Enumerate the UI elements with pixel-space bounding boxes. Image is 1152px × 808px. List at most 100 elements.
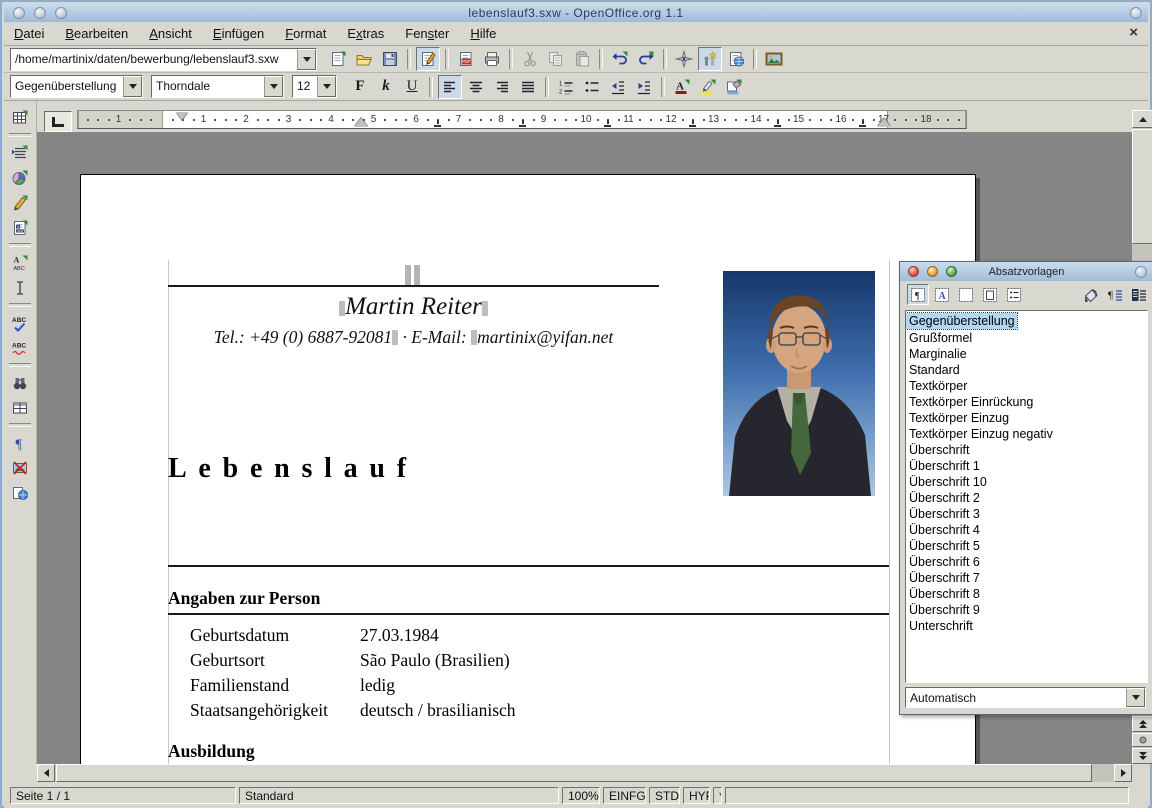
autotext-button[interactable]: AABC [7, 250, 33, 275]
portrait-photo[interactable] [723, 271, 875, 496]
menu-item-bearbeiten[interactable]: Bearbeiten [65, 26, 128, 41]
horizontal-scrollbar[interactable] [37, 764, 1132, 782]
style-list-item[interactable]: Überschrift 5 [906, 538, 1147, 554]
insert-object-button[interactable] [7, 165, 33, 190]
tab-stop-marker[interactable] [519, 120, 526, 127]
paragraph-styles-button[interactable]: ¶ [907, 284, 929, 305]
previous-page-button[interactable] [1132, 716, 1152, 732]
style-list-item[interactable]: Grußformel [906, 330, 1147, 346]
font-dropdown-button[interactable] [264, 76, 283, 97]
style-list-item[interactable]: Überschrift 7 [906, 570, 1147, 586]
section-heading-person[interactable]: Angaben zur Person [168, 588, 889, 615]
header-contact-line[interactable]: Tel.: +49 (0) 6887-92081 · E-Mail: marti… [141, 327, 686, 348]
close-document-icon[interactable]: × [1129, 24, 1138, 41]
form-functions-button[interactable] [7, 215, 33, 240]
style-list-item[interactable]: Textkörper Einrückung [906, 394, 1147, 410]
style-list[interactable]: GegenüberstellungGrußformelMarginalieSta… [905, 310, 1148, 683]
font-size-value[interactable]: 12 [293, 76, 317, 97]
tab-stop-marker[interactable] [859, 120, 866, 127]
style-list-item[interactable]: Textkörper [906, 378, 1147, 394]
table-row[interactable]: Geburtsdatum27.03.1984 [168, 625, 889, 650]
status-cell-0[interactable]: Seite 1 / 1 [10, 787, 236, 804]
cut-button[interactable] [518, 47, 542, 71]
table-row[interactable]: Familienstandledig [168, 675, 889, 700]
graphics-onoff-button[interactable] [7, 455, 33, 480]
fill-format-mode-button[interactable] [1080, 284, 1102, 305]
titlebar[interactable]: lebenslauf3.sxw - OpenOffice.org 1.1 [4, 4, 1148, 22]
redo-button[interactable] [634, 47, 658, 71]
direct-cursor-button[interactable] [7, 275, 33, 300]
insert-button[interactable] [7, 140, 33, 165]
align-center-button[interactable] [464, 75, 488, 99]
style-filter-combobox[interactable]: Automatisch [905, 687, 1146, 708]
menu-item-ansicht[interactable]: Ansicht [149, 26, 192, 41]
menu-item-einfgen[interactable]: Einfügen [213, 26, 264, 41]
style-list-item[interactable]: Überschrift 6 [906, 554, 1147, 570]
stylist-button[interactable] [698, 47, 722, 71]
document-page[interactable]: Martin Reiter Tel.: +49 (0) 6887-92081 ·… [80, 174, 976, 764]
tab-stop-marker[interactable] [434, 120, 441, 127]
align-right-button[interactable] [490, 75, 514, 99]
url-combobox[interactable]: /home/martinix/daten/bewerbung/lebenslau… [10, 48, 317, 71]
tab-stop-marker[interactable] [689, 120, 696, 127]
style-list-item[interactable]: Überschrift 8 [906, 586, 1147, 602]
status-cell-1[interactable]: Standard [239, 787, 559, 804]
style-list-item[interactable]: Überschrift 3 [906, 506, 1147, 522]
header-name-line[interactable]: Martin Reiter [168, 293, 659, 321]
style-dropdown-button[interactable] [123, 76, 142, 97]
status-cell-5[interactable]: HYP [683, 787, 710, 804]
open-document-button[interactable] [352, 47, 376, 71]
style-list-item[interactable]: Textkörper Einzug [906, 410, 1147, 426]
character-styles-button[interactable]: A [931, 284, 953, 305]
url-dropdown-button[interactable] [297, 49, 316, 70]
vertical-scroll-thumb[interactable] [1132, 129, 1152, 244]
save-document-button[interactable] [378, 47, 402, 71]
edit-file-button[interactable] [416, 47, 440, 71]
left-indent-marker[interactable] [354, 118, 368, 127]
stylist-window[interactable]: Absatzvorlagen ¶A¶ GegenüberstellungGruß… [899, 261, 1152, 715]
menu-item-fenster[interactable]: Fenster [405, 26, 449, 41]
autospellcheck-button[interactable]: ABC [7, 335, 33, 360]
numbered-list-button[interactable]: 12 [554, 75, 578, 99]
paragraph-style-combobox[interactable]: Gegenüberstellung [10, 75, 143, 98]
font-name-value[interactable]: Thorndale [152, 76, 264, 97]
paragraph-background-button[interactable] [722, 75, 746, 99]
new-document-button[interactable] [326, 47, 350, 71]
export-pdf-button[interactable]: PDF [454, 47, 478, 71]
horizontal-ruler[interactable]: 1123456789101112131415161718 [77, 110, 967, 129]
next-page-button[interactable] [1132, 748, 1152, 764]
stylist-titlebar[interactable]: Absatzvorlagen [900, 262, 1152, 281]
stylist-rollup-button[interactable] [1135, 266, 1147, 278]
status-cell-3[interactable]: EINFG [603, 787, 646, 804]
italic-button[interactable]: k [374, 75, 398, 99]
align-justify-button[interactable] [516, 75, 540, 99]
page-styles-button[interactable] [979, 284, 1001, 305]
new-style-from-selection-button[interactable]: ¶ [1104, 284, 1126, 305]
size-dropdown-button[interactable] [317, 76, 336, 97]
style-list-item[interactable]: Unterschrift [906, 618, 1147, 634]
frame-styles-button[interactable] [955, 284, 977, 305]
nonprinting-characters-button[interactable]: ¶ [7, 430, 33, 455]
style-list-item[interactable]: Überschrift 2 [906, 490, 1147, 506]
copy-button[interactable] [544, 47, 568, 71]
bold-button[interactable]: F [348, 75, 372, 99]
first-line-indent-marker[interactable] [176, 112, 188, 120]
tab-stop-marker[interactable] [774, 120, 781, 127]
underline-button[interactable]: U [400, 75, 424, 99]
data-sources-button[interactable] [7, 395, 33, 420]
gallery-button[interactable] [762, 47, 786, 71]
url-field[interactable]: /home/martinix/daten/bewerbung/lebenslau… [11, 49, 297, 70]
scroll-left-button[interactable] [37, 764, 55, 782]
style-list-item[interactable]: Überschrift 4 [906, 522, 1147, 538]
numbering-styles-button[interactable] [1003, 284, 1025, 305]
highlighting-button[interactable] [696, 75, 720, 99]
draw-functions-button[interactable] [7, 190, 33, 215]
bullet-list-button[interactable] [580, 75, 604, 99]
table-row[interactable]: Staatsangehörigkeitdeutsch / brasilianis… [168, 700, 889, 725]
menu-item-hilfe[interactable]: Hilfe [470, 26, 496, 41]
status-cell-2[interactable]: 100% [562, 787, 600, 804]
window-rollup-button[interactable] [1130, 7, 1142, 19]
update-style-button[interactable] [1128, 284, 1150, 305]
align-left-button[interactable] [438, 75, 462, 99]
style-list-item[interactable]: Gegenüberstellung [906, 313, 1017, 329]
